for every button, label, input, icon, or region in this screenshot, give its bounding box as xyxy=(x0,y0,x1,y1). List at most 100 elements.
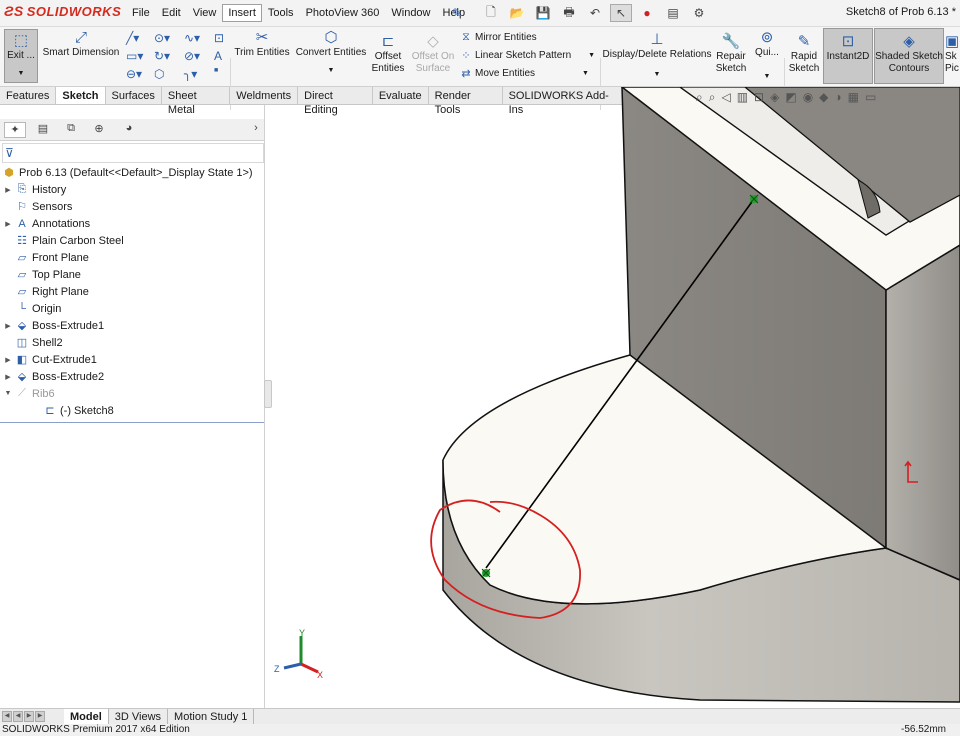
print-icon[interactable]: 🖶 xyxy=(558,4,580,22)
tree-item[interactable]: ⊏ (-) Sketch8 xyxy=(32,402,113,419)
save-icon[interactable]: 💾 xyxy=(532,4,554,22)
tree-item[interactable]: ▱ Top Plane xyxy=(4,266,81,283)
tab-model[interactable]: Model xyxy=(64,709,109,725)
mirror-entities-button[interactable]: ⧖ Mirror Entities xyxy=(460,31,537,44)
tab-sheet-metal[interactable]: Sheet Metal xyxy=(162,87,231,116)
zoom-area-icon[interactable]: ⌕ xyxy=(709,90,716,105)
undo-icon[interactable]: ↶ xyxy=(584,4,606,22)
tree-item[interactable]: ▼ ⟋ Rib6 xyxy=(4,385,55,402)
menu-file[interactable]: File xyxy=(126,4,156,22)
file-properties-icon[interactable]: ▤ xyxy=(662,4,684,22)
smart-dimension-button[interactable]: ⤢ Smart Dimension xyxy=(42,29,120,59)
tree-item[interactable]: ▶ ⬙ Boss-Extrude1 xyxy=(4,317,104,334)
section-view-icon[interactable]: ▥ xyxy=(737,90,748,105)
slot-tool-icon[interactable]: ⊖▾ xyxy=(126,67,142,81)
hide-show-icon[interactable]: ◉ xyxy=(803,90,813,105)
menu-window[interactable]: Window xyxy=(385,4,436,22)
property-manager-tab-icon[interactable]: ▤ xyxy=(32,122,54,138)
sketch-endpoint-top[interactable] xyxy=(749,194,759,204)
tree-item[interactable]: ▱ Right Plane xyxy=(4,283,89,300)
plane-tool-icon[interactable]: ⊡ xyxy=(214,31,224,45)
menu-photoview[interactable]: PhotoView 360 xyxy=(300,4,386,22)
scene-icon[interactable]: ◑ xyxy=(834,90,841,105)
trim-entities-button[interactable]: ✂ Trim Entities xyxy=(232,29,292,59)
linear-sketch-pattern-button[interactable]: ⁘ Linear Sketch Pattern ▼ xyxy=(460,49,595,62)
expand-arrow-icon[interactable]: ▶ xyxy=(4,356,12,364)
select-icon[interactable]: ↖ xyxy=(610,4,632,22)
tab-3d-views[interactable]: 3D Views xyxy=(109,709,169,725)
dynamic-annotation-icon[interactable]: ⊡ xyxy=(754,90,764,105)
feature-manager-tab-icon[interactable]: ✦ xyxy=(4,122,26,138)
dimxpert-tab-icon[interactable]: ⊕ xyxy=(88,122,110,138)
new-document-icon[interactable]: 🗋 xyxy=(480,4,502,22)
text-tool-icon[interactable]: A xyxy=(214,49,222,63)
expand-arrow-icon[interactable]: ▶ xyxy=(4,186,12,194)
last-tab-icon[interactable]: ▶ xyxy=(35,711,45,722)
tab-motion-study[interactable]: Motion Study 1 xyxy=(168,709,255,725)
tab-sketch[interactable]: Sketch xyxy=(56,87,106,104)
convert-entities-button[interactable]: ⬡ Convert Entities ▼ xyxy=(294,29,368,77)
point-tool-icon[interactable]: ■ xyxy=(214,67,218,74)
sketch-endpoint-bottom[interactable] xyxy=(481,568,491,578)
menu-view[interactable]: View xyxy=(187,4,223,22)
zoom-to-fit-icon[interactable]: ⌕ xyxy=(696,90,703,105)
display-manager-tab-icon[interactable]: ◕ xyxy=(118,122,140,138)
expand-arrow-icon[interactable]: ▶ xyxy=(4,220,12,228)
tree-item[interactable]: ▶ ⎘ History xyxy=(4,181,66,198)
monitor-icon[interactable]: ▭ xyxy=(865,90,876,105)
tab-features[interactable]: Features xyxy=(0,87,57,104)
tree-item[interactable]: ◫ Shell2 xyxy=(4,334,63,351)
options-gear-icon[interactable]: ⚙ xyxy=(688,4,710,22)
move-entities-button[interactable]: ⇄ Move Entities ▼ xyxy=(460,67,589,80)
tree-item[interactable]: ▶ ◧ Cut-Extrude1 xyxy=(4,351,97,368)
instant2d-button[interactable]: ⊡ Instant2D xyxy=(823,28,873,84)
view-orientation-icon[interactable]: ◈ xyxy=(770,90,779,105)
rectangle-tool-icon[interactable]: ▭▾ xyxy=(126,49,143,63)
spline-tool-icon[interactable]: ∿▾ xyxy=(184,31,200,45)
tree-item[interactable]: ☷ Plain Carbon Steel xyxy=(4,232,124,249)
exit-sketch-button[interactable]: ⬚ Exit ... ▼ xyxy=(4,29,38,83)
tree-root-part[interactable]: ⬢ Prob 6.13 (Default<<Default>_Display St… xyxy=(2,164,252,181)
line-tool-icon[interactable]: ╱▾ xyxy=(126,31,139,45)
fillet-tool-icon[interactable]: ╮▾ xyxy=(184,67,197,81)
sketch-picture-button[interactable]: ▣ Sk Pic xyxy=(945,33,959,75)
expand-arrow-icon[interactable]: ▶ xyxy=(4,322,12,330)
tab-surfaces[interactable]: Surfaces xyxy=(106,87,162,104)
tree-item[interactable]: ▶ A Annotations xyxy=(4,215,90,232)
shaded-sketch-contours-button[interactable]: ◈ Shaded Sketch Contours xyxy=(874,28,944,84)
offset-on-surface-button[interactable]: ◇ Offset On Surface xyxy=(410,33,456,75)
view-settings-icon[interactable]: ▦ xyxy=(848,90,859,105)
appearance-icon[interactable]: ◆ xyxy=(819,90,828,105)
prev-tab-icon[interactable]: ◀ xyxy=(13,711,23,722)
previous-view-icon[interactable]: ◁ xyxy=(721,90,730,105)
configuration-manager-tab-icon[interactable]: ⧉ xyxy=(60,122,82,138)
solidworks-logo[interactable]: ƧS SOLIDWORKS xyxy=(4,3,121,19)
polygon-tool-icon[interactable]: ⬡ xyxy=(154,67,164,81)
repair-sketch-button[interactable]: 🔧 Repair Sketch xyxy=(714,33,748,75)
circle-tool-icon[interactable]: ⊙▾ xyxy=(154,31,170,45)
traffic-light-icon[interactable]: ● xyxy=(636,4,658,22)
tree-item[interactable]: ▱ Front Plane xyxy=(4,249,89,266)
quick-snaps-button[interactable]: ⊚ Qui... ▼ xyxy=(752,29,782,83)
tree-filter[interactable]: ⊽ xyxy=(2,143,264,163)
first-tab-icon[interactable]: ◀ xyxy=(2,711,12,722)
display-delete-relations-button[interactable]: ⊥ Display/Delete Relations ▼ xyxy=(602,31,712,81)
tree-item[interactable]: ▶ ⬙ Boss-Extrude2 xyxy=(4,368,104,385)
display-style-icon[interactable]: ◩ xyxy=(785,90,796,105)
menu-edit[interactable]: Edit xyxy=(156,4,187,22)
pin-icon[interactable]: ✎ xyxy=(452,6,462,20)
arc-tool-icon[interactable]: ↻▾ xyxy=(154,49,170,63)
open-icon[interactable]: 📂 xyxy=(506,4,528,22)
graphics-area[interactable]: Y X Z xyxy=(265,87,960,708)
expand-arrow-icon[interactable]: ▶ xyxy=(4,373,12,381)
tree-item[interactable]: ⚐ Sensors xyxy=(4,198,72,215)
chevron-right-icon[interactable]: › xyxy=(250,122,262,138)
next-tab-icon[interactable]: ▶ xyxy=(24,711,34,722)
ellipse-tool-icon[interactable]: ⊘▾ xyxy=(184,49,200,63)
menu-insert[interactable]: Insert xyxy=(222,4,262,22)
rapid-sketch-button[interactable]: ✎ Rapid Sketch xyxy=(786,33,822,75)
expand-arrow-icon[interactable]: ▼ xyxy=(4,390,12,397)
menu-tools[interactable]: Tools xyxy=(262,4,300,22)
tree-item[interactable]: └ Origin xyxy=(4,300,61,317)
offset-entities-button[interactable]: ⊏ Offset Entities xyxy=(370,33,406,75)
